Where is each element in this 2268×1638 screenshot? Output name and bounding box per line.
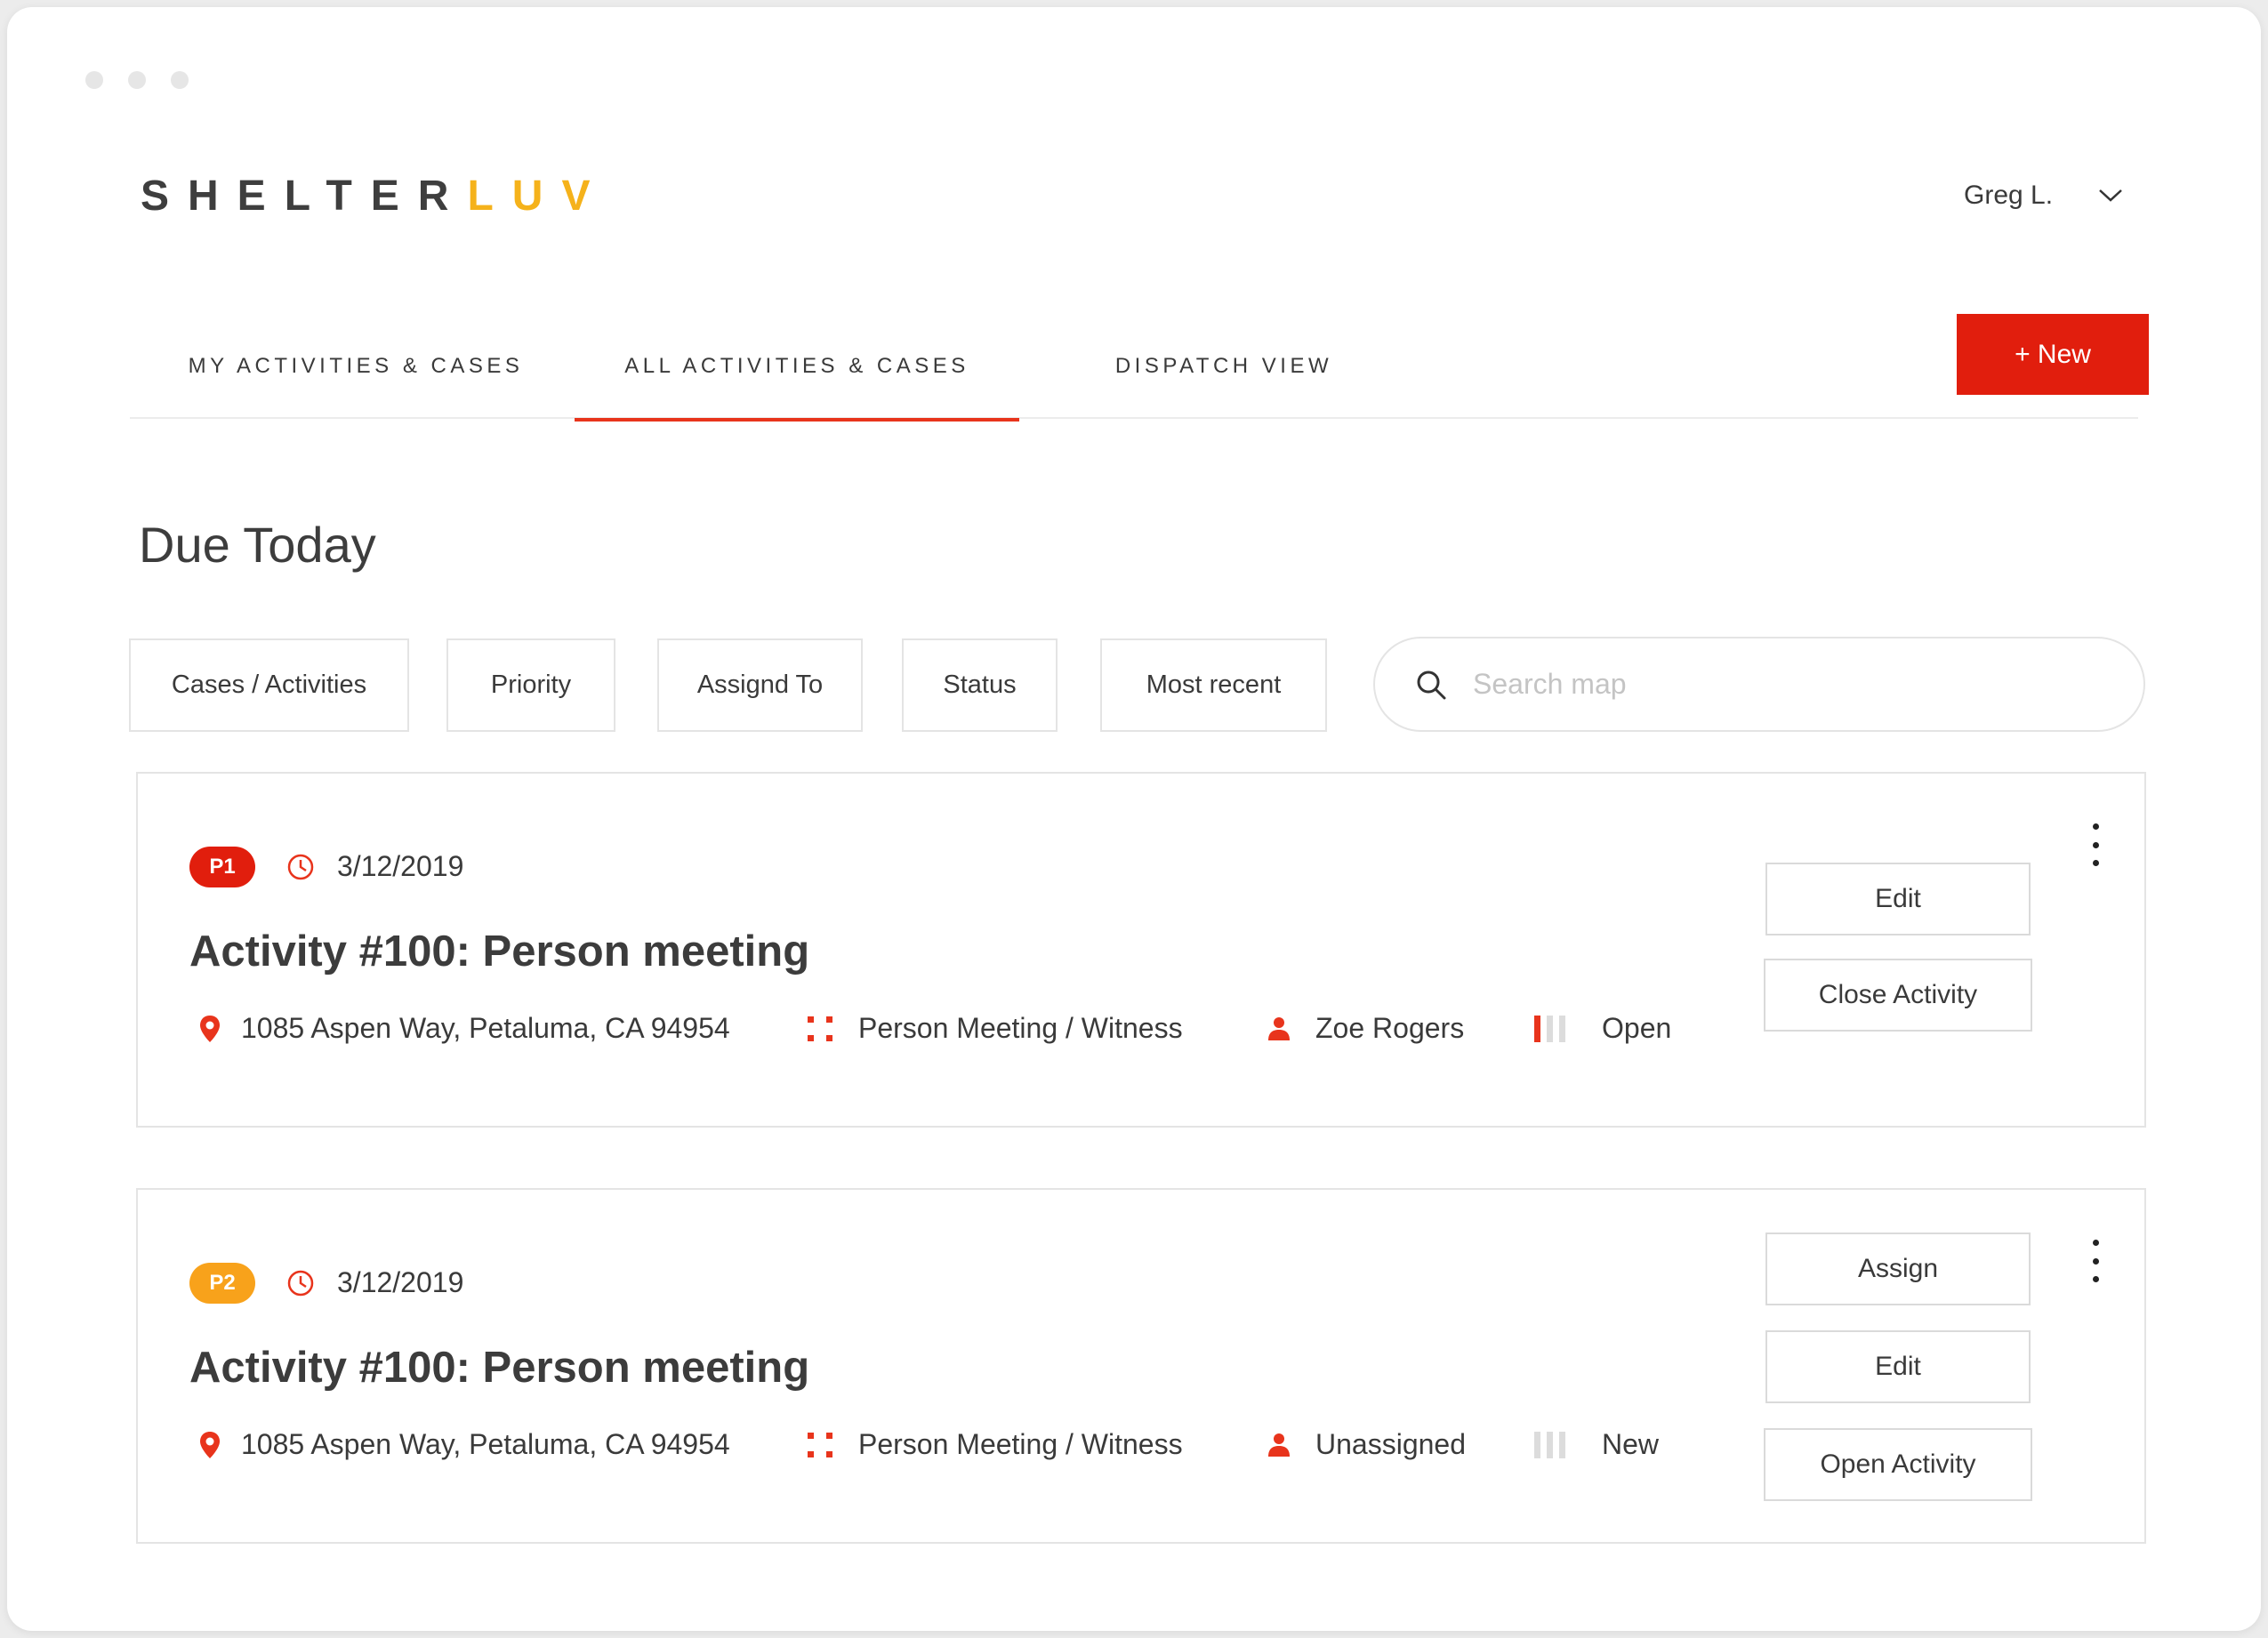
activity-address: 1085 Aspen Way, Petaluma, CA 94954 [241, 1428, 730, 1460]
filter-priority[interactable]: Priority [446, 638, 615, 732]
status-label: New [1602, 1428, 1660, 1460]
close-activity-button[interactable]: Close Activity [1764, 959, 2032, 1032]
category-grid-icon [808, 1432, 832, 1457]
clock-icon [287, 1270, 314, 1297]
activity-type-label: Person Meeting / Witness [858, 1012, 1183, 1044]
activity-type-label: Person Meeting / Witness [858, 1428, 1183, 1460]
shelterluv-logo[interactable]: SHELTERLUV [141, 172, 608, 221]
priority-badge: P1 [189, 847, 255, 887]
filter-assigned-to[interactable]: Assignd To [657, 638, 863, 732]
logo-text-shelter: SHELTER [141, 173, 468, 220]
activity-assignee: Zoe Rogers [1267, 1012, 1464, 1045]
search-icon [1417, 670, 1446, 699]
due-date: 3/12/2019 [337, 1266, 464, 1298]
assign-button[interactable]: Assign [1765, 1233, 2031, 1305]
category-grid-icon [808, 1016, 832, 1041]
status-level-icon [1534, 1015, 1565, 1042]
status-level-icon [1534, 1431, 1565, 1458]
assignee-name: Zoe Rogers [1315, 1012, 1465, 1044]
activity-address: 1085 Aspen Way, Petaluma, CA 94954 [241, 1012, 730, 1044]
logo-text-luv: LUV [467, 173, 609, 220]
person-icon [1268, 1016, 1290, 1040]
chevron-down-icon [2099, 189, 2122, 202]
app-window: SHELTERLUV Greg L. MY ACTIVITIES & CASES… [7, 7, 2261, 1631]
activity-assignee: Unassigned [1267, 1428, 1466, 1461]
tab-dispatch-view[interactable]: DISPATCH VIEW [1024, 314, 1424, 419]
tab-my-activities[interactable]: MY ACTIVITIES & CASES [130, 314, 582, 419]
activity-type: Person Meeting / Witness [807, 1012, 1183, 1045]
tab-all-activities[interactable]: ALL ACTIVITIES & CASES [575, 314, 1019, 422]
clock-icon [287, 854, 314, 880]
edit-button[interactable]: Edit [1765, 863, 2031, 935]
activity-title[interactable]: Activity #100: Person meeting [189, 1343, 809, 1393]
activity-card: P2 3/12/2019 Activity #100: Person meeti… [136, 1188, 2146, 1544]
location-pin-icon [200, 1015, 220, 1042]
user-name: Greg L. [1964, 181, 2054, 210]
filter-cases-activities[interactable]: Cases / Activities [129, 638, 409, 732]
activity-location: 1085 Aspen Way, Petaluma, CA 94954 [198, 1428, 730, 1461]
open-activity-button[interactable]: Open Activity [1764, 1428, 2032, 1501]
activity-status: New [1534, 1428, 1659, 1461]
activity-status: Open [1534, 1012, 1671, 1045]
more-options-icon[interactable] [2082, 820, 2109, 870]
tab-bar: MY ACTIVITIES & CASES ALL ACTIVITIES & C… [130, 314, 2138, 422]
activity-type: Person Meeting / Witness [807, 1428, 1183, 1461]
search-bar[interactable] [1373, 637, 2145, 732]
search-input[interactable] [1473, 668, 2095, 701]
activity-location: 1085 Aspen Way, Petaluma, CA 94954 [198, 1012, 730, 1045]
more-options-icon[interactable] [2082, 1236, 2109, 1286]
status-label: Open [1602, 1012, 1672, 1044]
edit-button[interactable]: Edit [1765, 1330, 2031, 1403]
location-pin-icon [200, 1431, 220, 1458]
activity-title[interactable]: Activity #100: Person meeting [189, 927, 809, 976]
filter-most-recent[interactable]: Most recent [1100, 638, 1327, 732]
activity-card: P1 3/12/2019 Activity #100: Person meeti… [136, 772, 2146, 1128]
due-date: 3/12/2019 [337, 850, 464, 882]
assignee-name: Unassigned [1315, 1428, 1466, 1460]
window-close-dot[interactable] [85, 71, 103, 89]
filter-status[interactable]: Status [902, 638, 1058, 732]
new-button[interactable]: + New [1957, 314, 2149, 395]
page-title: Due Today [139, 517, 376, 573]
user-menu[interactable]: Greg L. [1964, 181, 2124, 211]
window-controls [85, 71, 189, 89]
priority-badge: P2 [189, 1263, 255, 1304]
person-icon [1268, 1433, 1290, 1457]
window-minimize-dot[interactable] [128, 71, 146, 89]
window-maximize-dot[interactable] [171, 71, 189, 89]
